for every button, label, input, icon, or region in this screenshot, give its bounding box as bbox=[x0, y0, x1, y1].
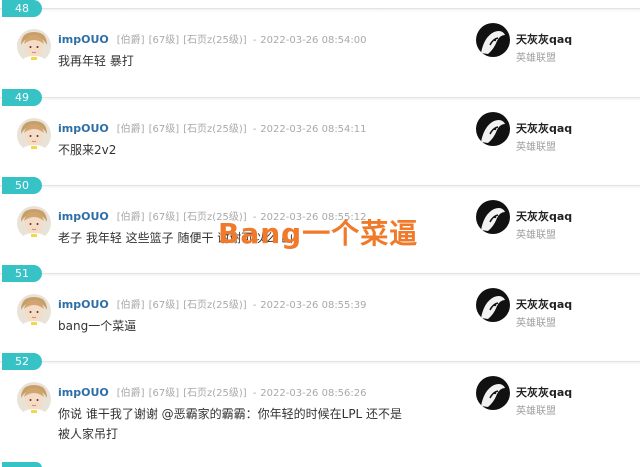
lz-avatar-icon[interactable] bbox=[476, 23, 510, 57]
lz-name[interactable]: 天灰灰qaq bbox=[516, 120, 572, 136]
lz-game: 英雄联盟 bbox=[516, 53, 556, 64]
post-meta: impOUO [伯爵] [67级] [石页z(25级)] -2022-03-26 08:… bbox=[58, 386, 367, 399]
lz-avatar-icon[interactable] bbox=[476, 112, 510, 146]
pages-tag: [石页z(25级)] bbox=[183, 388, 247, 399]
floor-badge: 48 bbox=[2, 0, 42, 17]
lz-game: 英雄联盟 bbox=[516, 230, 556, 241]
level-tag: [67级] bbox=[148, 212, 180, 223]
author-name[interactable]: impOUO bbox=[58, 210, 109, 223]
lz-game: 英雄联盟 bbox=[516, 318, 556, 329]
post-time: 2022-03-26 08:54:11 bbox=[260, 124, 367, 135]
post-meta: impOUO [伯爵] [67级] [石页z(25级)] -2022-03-26 08:… bbox=[58, 298, 367, 311]
post-content: 我再年轻 暴打 bbox=[58, 54, 134, 68]
level-tag: [67级] bbox=[148, 35, 180, 46]
lz-name[interactable]: 天灰灰qaq bbox=[516, 31, 572, 47]
user-avatar-icon[interactable] bbox=[17, 294, 51, 328]
user-avatar-icon[interactable] bbox=[17, 118, 51, 152]
post-content: bang一个菜逼 bbox=[58, 319, 137, 333]
user-avatar-icon[interactable] bbox=[17, 29, 51, 63]
pages-tag: [石页z(25级)] bbox=[183, 35, 247, 46]
post-time: 2022-03-26 08:56:26 bbox=[260, 388, 367, 399]
rank-tag: [伯爵] bbox=[116, 124, 145, 135]
post-content: 你说 谁干我了谢谢 @恶霸家的霸霸：你年轻的时候在LPL 还不是被人家吊打 bbox=[58, 407, 403, 441]
lz-name[interactable]: 天灰灰qaq bbox=[516, 296, 572, 312]
rank-tag: [伯爵] bbox=[116, 35, 145, 46]
post-meta: impOUO [伯爵] [67级] [石页z(25级)] -2022-03-26 08:… bbox=[58, 33, 367, 46]
lz-game: 英雄联盟 bbox=[516, 406, 556, 417]
post-time: 2022-03-26 08:54:00 bbox=[260, 35, 367, 46]
post-time: 2022-03-26 08:55:39 bbox=[260, 300, 367, 311]
post-48: 48 impOUO [伯爵] [67级] [石页z(25级)] -2022-03-26 … bbox=[0, 0, 640, 88]
forum-thread: 48 impOUO [伯爵] [67级] [石页z(25级)] -2022-03-26 … bbox=[0, 0, 640, 467]
next-floor-badge bbox=[2, 462, 42, 467]
author-name[interactable]: impOUO bbox=[58, 386, 109, 399]
lz-name[interactable]: 天灰灰qaq bbox=[516, 384, 572, 400]
floor-badge: 52 bbox=[2, 353, 42, 370]
post-52: 52 impOUO [伯爵] [67级] [石页z(25级)] -2022-03-26 … bbox=[0, 353, 640, 463]
floor-badge: 49 bbox=[2, 89, 42, 106]
floor-badge: 51 bbox=[2, 265, 42, 282]
author-name[interactable]: impOUO bbox=[58, 298, 109, 311]
post-meta: impOUO [伯爵] [67级] [石页z(25级)] -2022-03-26 08:… bbox=[58, 122, 367, 135]
overlay-caption: Bang一个菜逼 bbox=[218, 217, 419, 250]
pages-tag: [石页z(25级)] bbox=[183, 300, 247, 311]
level-tag: [67级] bbox=[148, 300, 180, 311]
lz-game: 英雄联盟 bbox=[516, 142, 556, 153]
author-name[interactable]: impOUO bbox=[58, 33, 109, 46]
lz-name[interactable]: 天灰灰qaq bbox=[516, 208, 572, 224]
post-49: 49 impOUO [伯爵] [67级] [石页z(25级)] -2022-03-26 … bbox=[0, 89, 640, 177]
post-content: 不服来2v2 bbox=[58, 143, 117, 157]
pages-tag: [石页z(25级)] bbox=[183, 124, 247, 135]
user-avatar-icon[interactable] bbox=[17, 382, 51, 416]
rank-tag: [伯爵] bbox=[116, 388, 145, 399]
rank-tag: [伯爵] bbox=[116, 300, 145, 311]
floor-badge: 50 bbox=[2, 177, 42, 194]
level-tag: [67级] bbox=[148, 388, 180, 399]
author-name[interactable]: impOUO bbox=[58, 122, 109, 135]
lz-avatar-icon[interactable] bbox=[476, 376, 510, 410]
rank-tag: [伯爵] bbox=[116, 212, 145, 223]
level-tag: [67级] bbox=[148, 124, 180, 135]
post-51: 51 impOUO [伯爵] [67级] [石页z(25级)] -2022-03-26 … bbox=[0, 265, 640, 353]
lz-avatar-icon[interactable] bbox=[476, 288, 510, 322]
user-avatar-icon[interactable] bbox=[17, 206, 51, 240]
lz-avatar-icon[interactable] bbox=[476, 200, 510, 234]
